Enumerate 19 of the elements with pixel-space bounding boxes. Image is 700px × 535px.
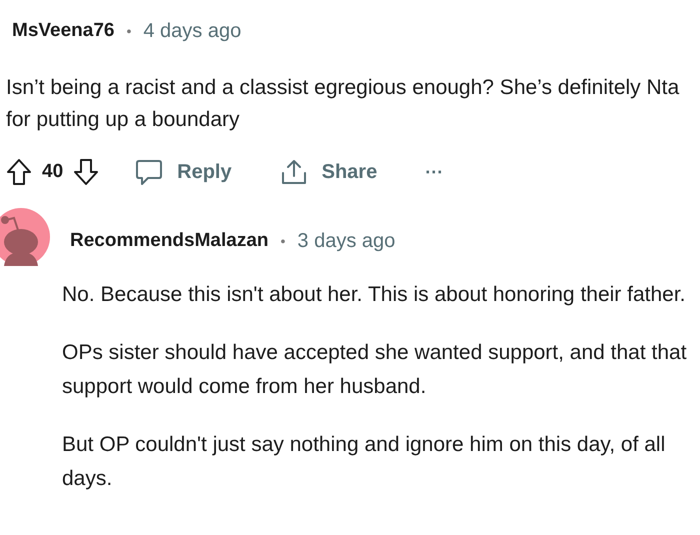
timestamp[interactable]: 4 days ago	[143, 16, 242, 46]
speech-bubble-icon	[135, 158, 164, 186]
upvote-icon[interactable]	[6, 158, 32, 186]
more-options-button[interactable]: ···	[425, 158, 444, 186]
comment-text: Isn’t being a racist and a classist egregious enough? She’s definitely Nta for putting up a boundary	[6, 75, 680, 133]
timestamp[interactable]: 3 days ago	[297, 226, 396, 256]
username[interactable]: RecommendsMalazan	[70, 226, 269, 256]
avatar-icon[interactable]	[0, 208, 50, 266]
share-icon	[280, 158, 308, 186]
separator-dot: •	[126, 22, 132, 40]
share-button[interactable]: Share	[280, 157, 378, 187]
reply-text: OPs sister should have accepted she wanted support, and that that support would come from her husband.	[62, 340, 688, 400]
reply-button[interactable]: Reply	[135, 157, 232, 187]
reply-text: No. Because this isn't about her. This is about honoring their father.	[62, 282, 686, 308]
reply-text: But OP couldn't just say nothing and ignore him on this day, of all days.	[62, 432, 666, 492]
downvote-icon[interactable]	[73, 158, 100, 186]
vote-count: 40	[42, 160, 64, 184]
separator-dot: •	[280, 232, 286, 250]
username[interactable]: MsVeena76	[12, 16, 114, 46]
